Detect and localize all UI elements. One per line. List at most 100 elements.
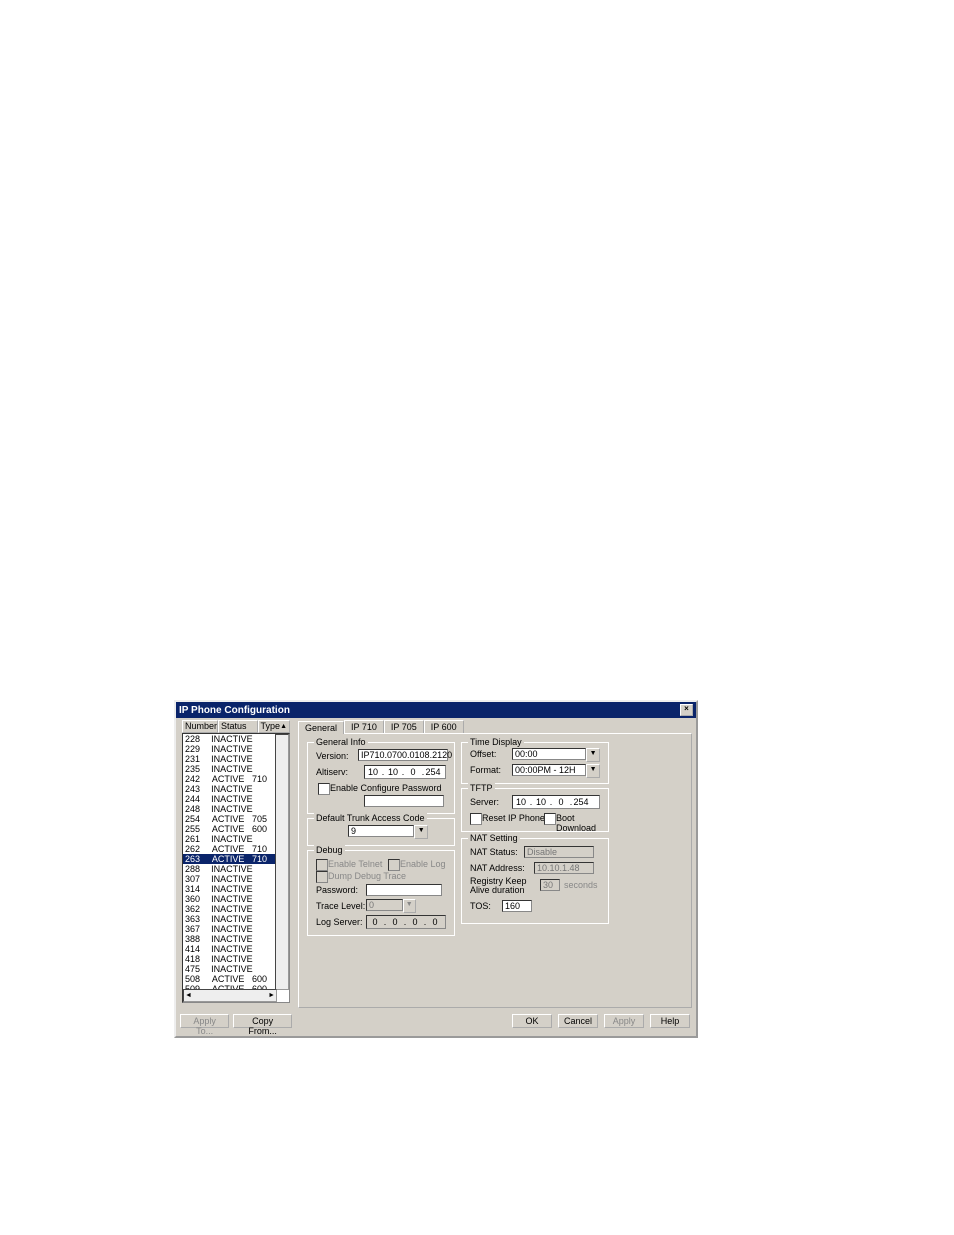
apply-button[interactable]: Apply [604,1014,644,1028]
cell-status: INACTIVE [211,804,253,814]
titlebar[interactable]: IP Phone Configuration × [176,702,696,718]
phone-list[interactable]: 228INACTIVE229INACTIVE231INACTIVE235INAC… [182,733,290,1003]
cell-type [253,764,275,774]
cell-type [253,944,275,954]
tab-ip710[interactable]: IP 710 [344,720,384,733]
cell-status: INACTIVE [211,914,253,924]
cell-status: ACTIVE [212,844,252,854]
table-row[interactable]: 362INACTIVE [183,904,277,914]
altiserv-ip[interactable]: 10. 10. 0. 254 [364,765,446,779]
table-row[interactable]: 475INACTIVE [183,964,277,974]
cell-number: 231 [185,754,211,764]
cell-status: INACTIVE [211,964,253,974]
cell-type [253,744,275,754]
tab-ip600[interactable]: IP 600 [424,720,464,733]
altiserv-label: Altiserv: [316,767,348,777]
cell-status: INACTIVE [211,934,253,944]
cell-type [253,954,275,964]
table-row[interactable]: 288INACTIVE [183,864,277,874]
dialog-buttons: OK Cancel Apply Help [512,1014,690,1032]
tab-row: General IP 710 IP 705 IP 600 [298,720,692,733]
table-row[interactable]: 418INACTIVE [183,954,277,964]
cell-type [253,914,275,924]
horizontal-scrollbar[interactable]: ◄ ► [183,989,277,1002]
configure-password-field[interactable] [364,795,444,807]
log-server-ip: 0. 0. 0. 0 [366,915,446,929]
table-row[interactable]: 261INACTIVE [183,834,277,844]
table-row[interactable]: 508ACTIVE600 [183,974,277,984]
chevron-down-icon[interactable]: ▼ [414,825,428,839]
cell-number: 263 [185,854,212,864]
table-row[interactable]: 263ACTIVE710 [183,854,277,864]
apply-to-button[interactable]: Apply To... [180,1014,229,1028]
tos-field[interactable]: 160 [502,900,532,912]
cell-number: 288 [185,864,211,874]
format-dropdown[interactable]: 00:00PM - 12H ▼ [512,764,600,778]
cancel-button[interactable]: Cancel [558,1014,598,1028]
table-row[interactable]: 367INACTIVE [183,924,277,934]
cell-number: 362 [185,904,211,914]
debug-password-field[interactable] [366,884,442,896]
trunk-access-dropdown[interactable]: 9 ▼ [348,825,428,839]
left-buttons: Apply To... Copy From... [180,1014,292,1032]
cell-number: 418 [185,954,211,964]
table-row[interactable]: 248INACTIVE [183,804,277,814]
group-time-display: Time Display Offset: 00:00 ▼ Format: 00:… [461,742,609,784]
version-label: Version: [316,751,349,761]
trace-level-label: Trace Level: [316,901,365,911]
close-icon[interactable]: × [680,704,693,716]
cell-number: 262 [185,844,212,854]
table-row[interactable]: 254ACTIVE705 [183,814,277,824]
cell-type: 710 [252,854,275,864]
tftp-server-ip[interactable]: 10. 10. 0. 254 [512,795,600,809]
col-head-status[interactable]: Status [218,720,258,733]
table-row[interactable]: 235INACTIVE [183,764,277,774]
table-row[interactable]: 242ACTIVE710 [183,774,277,784]
cell-number: 228 [185,734,211,744]
cell-status: INACTIVE [211,884,253,894]
table-row[interactable]: 231INACTIVE [183,754,277,764]
chevron-down-icon[interactable]: ▼ [586,764,600,778]
cell-type [253,864,275,874]
cell-number: 242 [185,774,212,784]
reset-ip-phone-checkbox[interactable] [470,813,482,825]
cell-status: INACTIVE [211,734,253,744]
cell-status: INACTIVE [211,744,253,754]
enable-configure-password-label: Enable Configure Password [330,783,442,793]
boot-download-checkbox[interactable] [544,813,556,825]
col-head-number[interactable]: Number [182,720,218,733]
chevron-down-icon[interactable]: ▼ [586,748,600,762]
table-row[interactable]: 307INACTIVE [183,874,277,884]
copy-from-button[interactable]: Copy From... [233,1014,292,1028]
table-row[interactable]: 228INACTIVE [183,734,277,744]
table-row[interactable]: 255ACTIVE600 [183,824,277,834]
vertical-scrollbar[interactable] [275,734,289,990]
offset-value: 00:00 [512,748,586,760]
table-row[interactable]: 314INACTIVE [183,884,277,894]
table-row[interactable]: 262ACTIVE710 [183,844,277,854]
cell-type [253,874,275,884]
help-button[interactable]: Help [650,1014,690,1028]
dialog-window: IP Phone Configuration × Number Status T… [174,700,698,1038]
table-row[interactable]: 360INACTIVE [183,894,277,904]
scroll-left-icon[interactable]: ◄ [184,992,193,999]
tab-ip705[interactable]: IP 705 [384,720,424,733]
table-row[interactable]: 244INACTIVE [183,794,277,804]
phone-list-pane: Number Status Type ▲ 228INACTIVE229INACT… [182,720,290,1008]
table-row[interactable]: 414INACTIVE [183,944,277,954]
cell-number: 244 [185,794,211,804]
offset-dropdown[interactable]: 00:00 ▼ [512,748,600,762]
table-row[interactable]: 243INACTIVE [183,784,277,794]
scroll-right-icon[interactable]: ► [267,992,276,999]
cell-number: 229 [185,744,211,754]
table-row[interactable]: 363INACTIVE [183,914,277,924]
table-row[interactable]: 229INACTIVE [183,744,277,754]
cell-number: 360 [185,894,211,904]
ok-button[interactable]: OK [512,1014,552,1028]
tab-general[interactable]: General [298,721,344,734]
cell-type [253,964,275,974]
col-head-type[interactable]: Type ▲ [258,720,290,733]
table-row[interactable]: 388INACTIVE [183,934,277,944]
cell-number: 255 [185,824,212,834]
enable-configure-password-checkbox[interactable] [318,783,330,795]
